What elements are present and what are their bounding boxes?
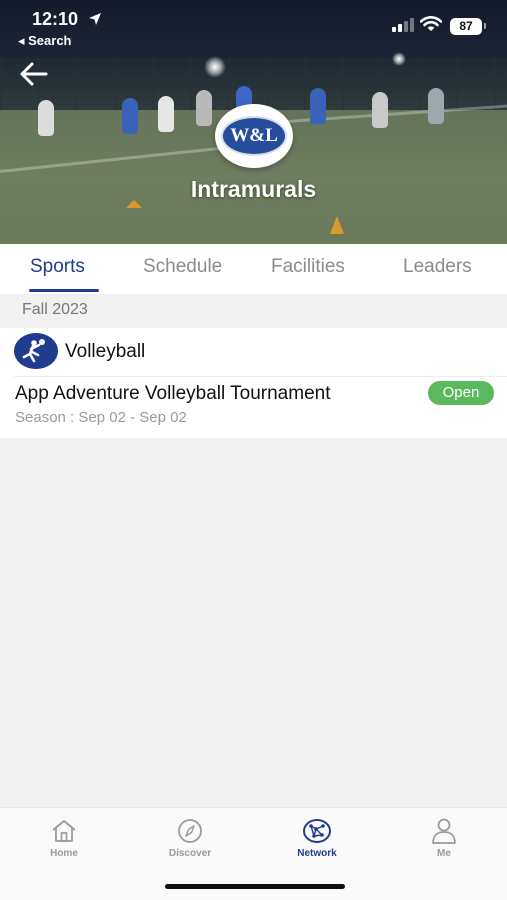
wl-logo-text: W&L [221, 116, 287, 156]
stadium-light [204, 56, 226, 78]
field-cone [330, 216, 344, 234]
divider [14, 376, 507, 377]
nav-me[interactable]: Me [404, 818, 484, 859]
nav-network[interactable]: Network [277, 818, 357, 859]
player [310, 88, 326, 124]
stadium-light [392, 52, 406, 66]
home-indicator [165, 884, 345, 889]
nav-home-label: Home [50, 848, 78, 859]
tab-schedule[interactable]: Schedule [143, 256, 222, 278]
sport-name: Volleyball [65, 341, 146, 362]
player [122, 98, 138, 134]
network-icon [303, 819, 331, 843]
event-season-dates: Season : Sep 02 - Sep 02 [15, 409, 187, 426]
nav-discover[interactable]: Discover [150, 818, 230, 859]
season-header: Fall 2023 [0, 294, 507, 328]
tab-sports[interactable]: Sports [30, 256, 85, 278]
event-title[interactable]: App Adventure Volleyball Tournament [15, 383, 330, 405]
nav-me-label: Me [437, 848, 451, 859]
status-badge: Open [428, 381, 494, 405]
player [372, 92, 388, 128]
person-icon [432, 818, 456, 844]
status-bar: 12:10 ◂ Search 87 [0, 0, 507, 52]
cellular-signal-icon [392, 18, 414, 32]
home-icon [52, 820, 76, 842]
tab-leaders[interactable]: Leaders [403, 256, 472, 278]
battery-indicator: 87 [450, 18, 482, 35]
nav-discover-label: Discover [168, 848, 212, 859]
sport-card[interactable]: Volleyball App Adventure Volleyball Tour… [0, 328, 507, 438]
page-title: Intramurals [190, 176, 317, 202]
compass-icon [178, 819, 202, 843]
wifi-icon [420, 16, 442, 31]
player [196, 90, 212, 126]
status-time: 12:10 [32, 9, 79, 29]
location-arrow-icon [89, 13, 101, 25]
tab-facilities[interactable]: Facilities [271, 256, 345, 278]
active-tab-indicator [29, 289, 99, 292]
nav-home[interactable]: Home [24, 818, 104, 859]
player [158, 96, 174, 132]
player [428, 88, 444, 124]
player [38, 100, 54, 136]
back-to-search-link[interactable]: ◂ Search [18, 33, 72, 49]
nav-network-label: Network [297, 848, 337, 859]
battery-tip [484, 23, 486, 29]
back-arrow-icon[interactable] [18, 60, 50, 88]
tab-bar: Sports Schedule Facilities Leaders [0, 244, 507, 294]
volleyball-player-icon [14, 333, 58, 369]
season-label: Fall 2023 [22, 301, 88, 318]
wl-logo: W&L [215, 104, 293, 168]
